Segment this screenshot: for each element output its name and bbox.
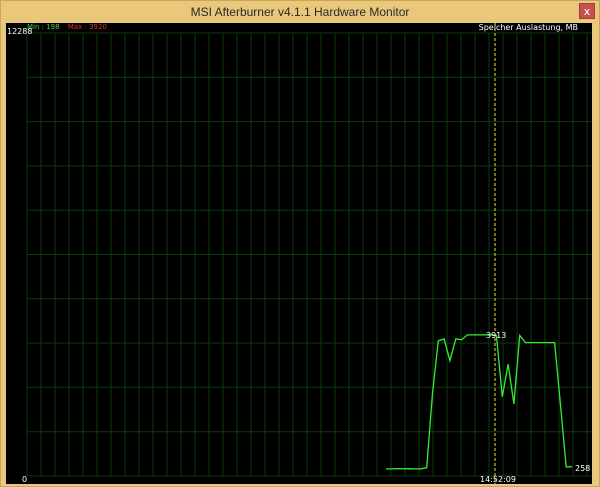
current-value-label: 258 (575, 464, 591, 473)
close-icon: x (583, 5, 591, 18)
memory-usage-line (386, 333, 573, 470)
graph-canvas (26, 23, 592, 484)
metric-label: Speicher Auslastung, MB (478, 23, 578, 32)
hardware-monitor-window: MSI Afterburner v4.1.1 Hardware Monitor … (0, 0, 600, 487)
cursor-time-label: 14:52:09 (480, 475, 516, 484)
cursor-value-label: 3913 (486, 331, 507, 340)
min-max-readout: Min : 198 Max : 3920 (27, 23, 107, 31)
max-label: Max : 3920 (67, 23, 107, 31)
window-title: MSI Afterburner v4.1.1 Hardware Monitor (190, 5, 410, 19)
memory-usage-graph[interactable]: 12288 0 Speicher Auslastung, MB Min : 19… (6, 23, 592, 484)
min-label: Min : 198 (27, 23, 60, 31)
y-min-label: 0 (22, 475, 28, 484)
close-button[interactable]: x (579, 3, 595, 19)
title-bar[interactable]: MSI Afterburner v4.1.1 Hardware Monitor … (1, 1, 599, 25)
